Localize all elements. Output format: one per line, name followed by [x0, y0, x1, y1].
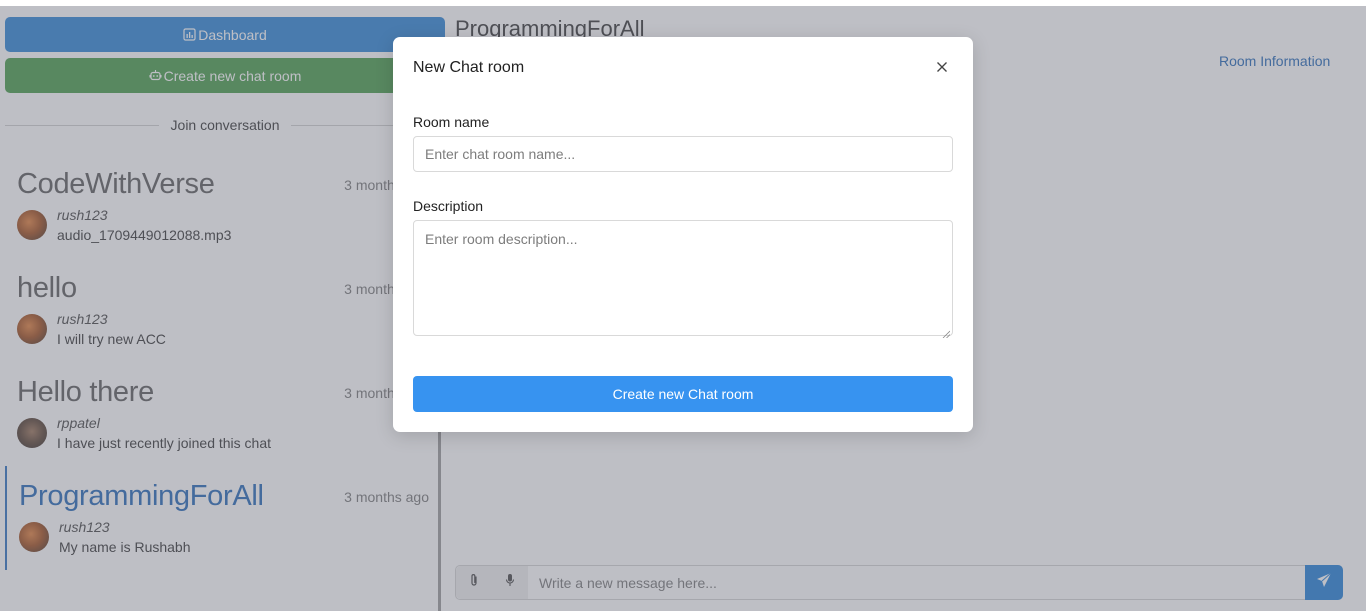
dialog-title: New Chat room	[413, 59, 525, 76]
new-chat-room-dialog: New Chat room Room name Enter chat room …	[393, 37, 973, 432]
room-name-input[interactable]: Enter chat room name...	[413, 136, 953, 172]
close-icon[interactable]	[935, 60, 949, 74]
room-name-label: Room name	[413, 114, 490, 130]
create-new-chat-room-button[interactable]: Create new Chat room	[413, 376, 953, 412]
description-placeholder: Enter room description...	[425, 231, 578, 247]
room-name-placeholder: Enter chat room name...	[425, 146, 576, 162]
description-textarea[interactable]: Enter room description...	[413, 220, 953, 339]
resize-handle-icon[interactable]	[942, 325, 951, 339]
description-label: Description	[413, 198, 484, 214]
